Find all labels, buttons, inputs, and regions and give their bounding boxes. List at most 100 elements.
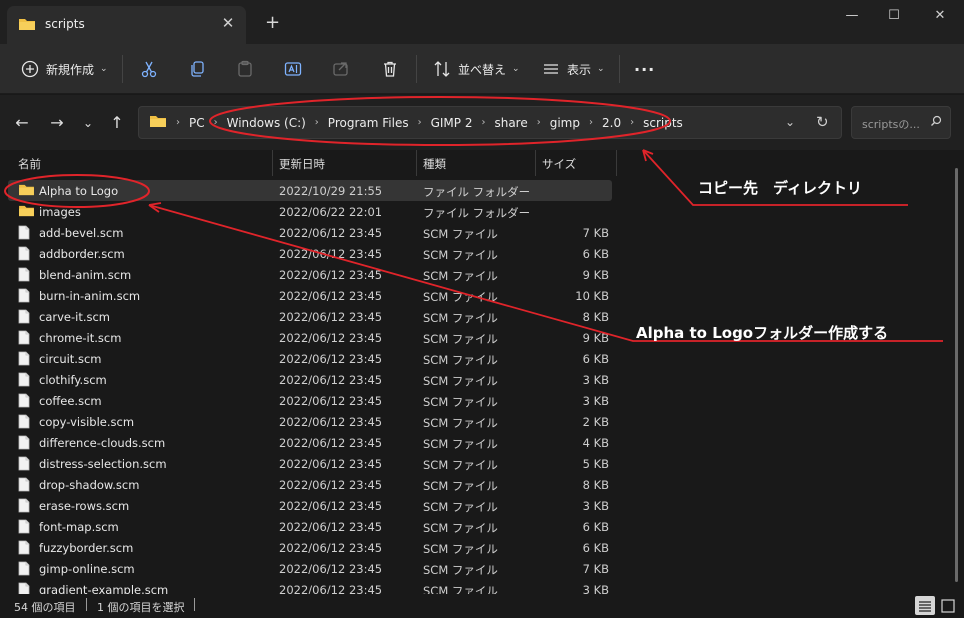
vertical-scrollbar[interactable] xyxy=(955,168,958,582)
sort-icon xyxy=(432,59,452,79)
file-row[interactable]: drop-shadow.scm 2022/06/12 23:45 SCM ファイル 8… xyxy=(8,474,612,495)
column-divider[interactable] xyxy=(416,150,417,176)
file-type: SCM ファイル xyxy=(423,521,498,535)
file-icon xyxy=(18,477,30,495)
file-row[interactable]: fuzzyborder.scm 2022/06/12 23:45 SCM ファイル 6… xyxy=(8,537,612,558)
file-row[interactable]: add-bevel.scm 2022/06/12 23:45 SCM ファイル 7 K… xyxy=(8,222,612,243)
file-row[interactable]: blend-anim.scm 2022/06/12 23:45 SCM ファイル 9 … xyxy=(8,264,612,285)
file-size: 6 KB xyxy=(582,541,609,555)
tiles-view-icon xyxy=(941,598,955,613)
file-row[interactable]: chrome-it.scm 2022/06/12 23:45 SCM ファイル 9 K… xyxy=(8,327,612,348)
sort-button[interactable]: 並べ替え ⌄ xyxy=(432,56,520,82)
more-options-button[interactable]: ··· xyxy=(634,56,655,82)
column-divider[interactable] xyxy=(272,150,273,176)
file-name: erase-rows.scm xyxy=(39,499,130,513)
breadcrumb-gimp[interactable]: gimp xyxy=(550,116,580,130)
file-size: 7 KB xyxy=(582,562,609,576)
breadcrumb-program-files[interactable]: Program Files xyxy=(328,116,409,130)
tab-close-icon[interactable]: ✕ xyxy=(219,14,237,32)
back-arrow-icon[interactable]: ← xyxy=(11,112,33,134)
details-view-button[interactable] xyxy=(915,596,935,615)
chevron-right-icon: › xyxy=(213,117,218,128)
file-icon xyxy=(18,393,30,411)
tiles-view-button[interactable] xyxy=(938,596,958,615)
file-row[interactable]: addborder.scm 2022/06/12 23:45 SCM ファイル 6 K… xyxy=(8,243,612,264)
new-tab-button[interactable]: + xyxy=(265,14,280,32)
file-row[interactable]: difference-clouds.scm 2022/06/12 23:45 SCM… xyxy=(8,432,612,453)
file-row[interactable]: carve-it.scm 2022/06/12 23:45 SCM ファイル 8 KB xyxy=(8,306,612,327)
view-button[interactable]: 表示 ⌄ xyxy=(541,56,605,82)
file-icon xyxy=(18,267,30,285)
refresh-icon[interactable]: ↻ xyxy=(816,113,829,131)
file-row[interactable]: font-map.scm 2022/06/12 23:45 SCM ファイル 6 KB xyxy=(8,516,612,537)
file-row[interactable]: erase-rows.scm 2022/06/12 23:45 SCM ファイル 3 … xyxy=(8,495,612,516)
column-header-date[interactable]: 更新日時 xyxy=(279,156,325,172)
file-icon xyxy=(18,330,30,348)
folder-row[interactable]: Alpha to Logo 2022/10/29 21:55 ファイル フォルダー xyxy=(8,180,612,201)
file-row[interactable]: burn-in-anim.scm 2022/06/12 23:45 SCM ファイル… xyxy=(8,285,612,306)
maximize-button[interactable]: ☐ xyxy=(871,4,917,28)
tab-scripts[interactable]: scripts ✕ xyxy=(7,6,246,44)
delete-button[interactable] xyxy=(380,56,400,82)
file-size: 9 KB xyxy=(582,331,609,345)
breadcrumb-2-0[interactable]: 2.0 xyxy=(602,116,621,130)
address-history-chevron-icon[interactable]: ⌄ xyxy=(785,115,795,129)
file-type: SCM ファイル xyxy=(423,437,498,451)
file-row[interactable]: coffee.scm 2022/06/12 23:45 SCM ファイル 3 KB xyxy=(8,390,612,411)
status-bar: 54 個の項目 1 個の項目を選択 xyxy=(0,594,964,618)
toolbar-divider xyxy=(416,55,417,83)
file-row[interactable]: circuit.scm 2022/06/12 23:45 SCM ファイル 6 KB xyxy=(8,348,612,369)
breadcrumb-gimp2[interactable]: GIMP 2 xyxy=(431,116,473,130)
file-row[interactable]: gradient-example.scm 2022/06/12 23:45 SCM … xyxy=(8,579,612,594)
column-divider[interactable] xyxy=(535,150,536,176)
breadcrumb-pc[interactable]: PC xyxy=(189,116,205,130)
file-size: 2 KB xyxy=(582,415,609,429)
new-button[interactable]: 新規作成 ⌄ xyxy=(20,56,108,82)
file-icon xyxy=(18,414,30,432)
file-icon xyxy=(18,435,30,453)
breadcrumb-share[interactable]: share xyxy=(494,116,527,130)
copy-icon xyxy=(187,59,207,79)
column-header-name[interactable]: 名前 xyxy=(18,156,41,172)
share-button[interactable] xyxy=(331,56,351,82)
status-divider xyxy=(86,598,87,611)
search-icon xyxy=(930,115,942,130)
forward-arrow-icon[interactable]: → xyxy=(46,112,68,134)
column-header-size[interactable]: サイズ xyxy=(542,156,576,172)
item-count: 54 個の項目 xyxy=(14,601,76,614)
up-arrow-icon[interactable]: ↑ xyxy=(106,112,128,134)
search-input[interactable]: scriptsの... xyxy=(851,106,951,139)
paste-button[interactable] xyxy=(235,56,255,82)
chevron-right-icon: › xyxy=(630,117,635,128)
file-type: ファイル フォルダー xyxy=(423,206,531,220)
file-name: Alpha to Logo xyxy=(39,184,119,198)
copy-button[interactable] xyxy=(187,56,207,82)
cut-button[interactable] xyxy=(139,56,159,82)
file-row[interactable]: distress-selection.scm 2022/06/12 23:45 SC… xyxy=(8,453,612,474)
breadcrumb-scripts[interactable]: scripts xyxy=(643,116,683,130)
file-row[interactable]: clothify.scm 2022/06/12 23:45 SCM ファイル 3 KB xyxy=(8,369,612,390)
breadcrumb-windows-c[interactable]: Windows (C:) xyxy=(227,116,306,130)
file-name: circuit.scm xyxy=(39,352,102,366)
file-icon xyxy=(18,519,30,537)
file-row[interactable]: gimp-online.scm 2022/06/12 23:45 SCM ファイル 7… xyxy=(8,558,612,579)
chevron-down-icon: ⌄ xyxy=(100,64,108,74)
folder-row[interactable]: images 2022/06/22 22:01 ファイル フォルダー xyxy=(8,201,612,222)
rename-button[interactable] xyxy=(283,56,303,82)
close-window-button[interactable]: ✕ xyxy=(917,4,963,28)
file-type: SCM ファイル xyxy=(423,269,498,283)
recent-chevron-icon[interactable]: ⌄ xyxy=(77,112,99,134)
file-icon xyxy=(18,372,30,390)
column-header-type[interactable]: 種類 xyxy=(423,156,446,172)
file-name: copy-visible.scm xyxy=(39,415,135,429)
breadcrumb: › PC › Windows (C:) › Program Files › GI… xyxy=(149,107,683,138)
plus-circle-icon xyxy=(20,59,40,79)
address-bar[interactable]: › PC › Windows (C:) › Program Files › GI… xyxy=(138,106,842,139)
file-row[interactable]: copy-visible.scm 2022/06/12 23:45 SCM ファイル… xyxy=(8,411,612,432)
file-date: 2022/06/22 22:01 xyxy=(279,205,383,219)
column-divider[interactable] xyxy=(616,150,617,176)
file-name: font-map.scm xyxy=(39,520,119,534)
minimize-button[interactable]: — xyxy=(829,4,875,28)
rename-icon xyxy=(283,59,303,79)
file-type: SCM ファイル xyxy=(423,332,498,346)
